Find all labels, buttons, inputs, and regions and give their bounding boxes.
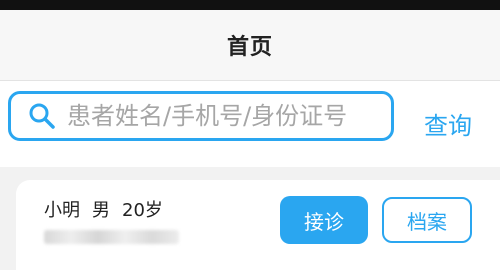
patient-info: 小明 男 20岁 — [44, 196, 163, 222]
search-input[interactable] — [65, 101, 369, 131]
query-button[interactable]: 查询 — [424, 106, 472, 141]
patient-age: 20岁 — [122, 200, 163, 221]
patient-name: 小明 — [44, 200, 80, 221]
patient-detail-blurred — [44, 230, 179, 244]
admit-button[interactable]: 接诊 — [280, 196, 368, 244]
patient-card[interactable]: 小明 男 20岁 接诊 档案 — [16, 180, 500, 270]
page-title: 首页 — [226, 35, 273, 60]
patient-gender: 男 — [92, 200, 110, 221]
search-icon — [27, 101, 57, 131]
search-box[interactable] — [8, 91, 394, 141]
search-area: 查询 — [0, 81, 500, 167]
status-bar — [0, 0, 500, 10]
record-button[interactable]: 档案 — [382, 197, 472, 243]
header: 首页 — [0, 10, 500, 81]
